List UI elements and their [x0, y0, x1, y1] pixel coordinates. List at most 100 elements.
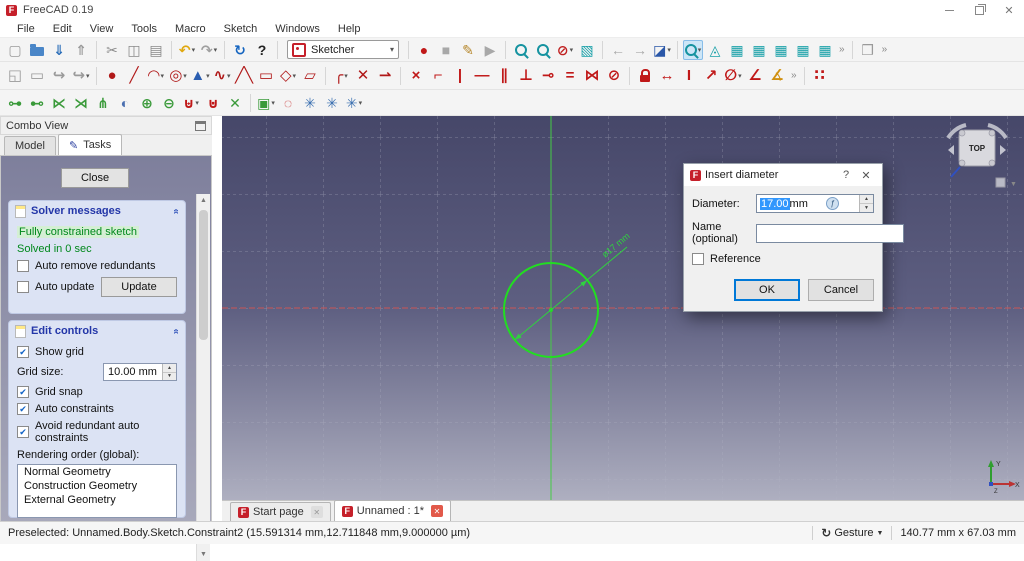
constrain-tangent-button[interactable]: ⊸ [538, 66, 558, 86]
increase-degree-button[interactable]: ⊕ [137, 93, 157, 113]
collapse-chevron-icon[interactable]: » [171, 208, 182, 214]
create-arc-button[interactable]: ◠▾ [146, 66, 166, 86]
scrollbar-thumb[interactable] [199, 210, 208, 340]
avoid-redundant-checkbox[interactable] [17, 426, 29, 438]
ok-button[interactable]: OK [734, 279, 800, 301]
create-bspline-button[interactable]: ∿▾ [212, 66, 232, 86]
view-axonometric-button[interactable]: ◬ [705, 40, 725, 60]
clipping-plane-button[interactable]: ⊘▾ [555, 40, 575, 60]
open-document-button[interactable] [27, 40, 47, 60]
toolbar-overflow-chevron[interactable]: » [882, 44, 888, 55]
constrain-coincident-button[interactable]: × [406, 66, 426, 86]
view-right-button[interactable]: ▦ [771, 40, 791, 60]
menu-item[interactable]: Sketch [215, 23, 267, 35]
create-fillet-button[interactable]: ╭▾ [331, 66, 351, 86]
menu-item[interactable]: File [8, 23, 44, 35]
auto-constraints-checkbox[interactable] [17, 403, 29, 415]
create-rectangle-button[interactable]: ▭ [256, 66, 276, 86]
spin-down-icon[interactable]: ▼ [860, 204, 873, 212]
create-point-button[interactable]: ● [102, 66, 122, 86]
fit-selection-button[interactable] [533, 40, 553, 60]
edit-controls-header[interactable]: Edit controls » [9, 321, 185, 341]
constrain-horizontal-button[interactable]: — [472, 66, 492, 86]
tab-close-icon[interactable]: ✕ [311, 506, 323, 518]
close-button[interactable]: ✕ [994, 0, 1024, 20]
view-bottom-button[interactable]: ▦ [815, 40, 835, 60]
trim-edge-button[interactable]: ✕ [353, 66, 373, 86]
macro-edit-button[interactable]: ✎ [458, 40, 478, 60]
switch-virtual-space-button[interactable]: ▣▾ [256, 93, 276, 113]
grid-size-spinbox[interactable]: 10.00 mm ▲▼ [103, 363, 177, 381]
clone-geometry-button[interactable]: ✳ [300, 93, 320, 113]
constrain-lock-button[interactable] [635, 66, 655, 86]
rendering-order-item[interactable]: External Geometry [18, 493, 176, 507]
show-control-polygon-button[interactable]: ⊷ [27, 93, 47, 113]
fit-all-button[interactable] [511, 40, 531, 60]
menu-item[interactable]: Edit [44, 23, 81, 35]
toggle-constraints-button[interactable]: ∷ [810, 66, 830, 86]
menu-item[interactable]: Macro [166, 23, 215, 35]
view-sketch-button[interactable]: ▭ [27, 66, 47, 86]
decrease-degree-button[interactable]: ⊖ [159, 93, 179, 113]
navcube-corner[interactable] [959, 160, 965, 166]
menu-item[interactable]: Tools [122, 23, 166, 35]
show-knot-multiplicity-button[interactable]: ⋊ [71, 93, 91, 113]
solver-messages-header[interactable]: Solver messages » [9, 201, 185, 221]
nav-style-selector[interactable]: ↻ Gesture ▼ [821, 526, 883, 540]
diameter-spinner[interactable]: ▲▼ [859, 195, 873, 212]
menu-item[interactable]: Help [329, 23, 370, 35]
auto-remove-redundants-checkbox[interactable] [17, 260, 29, 272]
toolbar-overflow-chevron[interactable]: » [791, 70, 797, 81]
navcube-corner[interactable] [959, 130, 965, 136]
3d-viewport[interactable]: ø17 mm TOP ▼ Y X Z [222, 116, 1024, 500]
scroll-up-icon[interactable]: ▲ [197, 194, 210, 207]
spin-down-icon[interactable]: ▼ [163, 373, 176, 381]
spinner-arrows[interactable]: ▲▼ [162, 364, 176, 380]
spin-up-icon[interactable]: ▲ [163, 364, 176, 373]
collapse-chevron-icon[interactable]: » [171, 328, 182, 334]
tab-tasks[interactable]: ✎ Tasks [58, 134, 122, 155]
macro-record-button[interactable]: ● [414, 40, 434, 60]
navcube-corner[interactable] [989, 130, 995, 136]
map-sketch-button[interactable]: ↪ [49, 66, 69, 86]
name-input[interactable] [756, 224, 904, 243]
constrain-block-button[interactable]: ⊘ [604, 66, 624, 86]
tab-model[interactable]: Model [4, 136, 56, 155]
create-polygon-button[interactable]: ◇▾ [278, 66, 298, 86]
increase-knot-multiplicity-button[interactable]: ⊎▾ [181, 93, 201, 113]
dialog-titlebar[interactable]: F Insert diameter ? ✕ [684, 164, 882, 186]
expression-editor-icon[interactable]: ƒ [826, 197, 839, 210]
constrain-snells-law-button[interactable]: ∡ [767, 66, 787, 86]
macro-play-button[interactable]: ▶ [480, 40, 500, 60]
show-grid-checkbox[interactable] [17, 346, 29, 358]
dialog-close-button[interactable]: ✕ [856, 164, 876, 186]
rendering-order-item[interactable]: Normal Geometry [18, 465, 176, 479]
constrain-perpendicular-button[interactable]: ⊥ [516, 66, 536, 86]
navcube-menu-arrow-icon[interactable]: ▼ [1010, 181, 1017, 188]
spin-up-icon[interactable]: ▲ [860, 195, 873, 204]
constrain-symmetric-button[interactable]: ⋈ [582, 66, 602, 86]
tab-close-icon[interactable]: ✕ [431, 505, 443, 517]
view-rear-button[interactable]: ▦ [793, 40, 813, 60]
print-document-button[interactable]: ⇑ [71, 40, 91, 60]
zoom-tools-button[interactable]: ▾ [683, 40, 703, 60]
cancel-button[interactable]: Cancel [808, 279, 874, 301]
macro-stop-button[interactable]: ■ [436, 40, 456, 60]
workbench-selector[interactable]: Sketcher▾ [287, 40, 399, 59]
leave-sketch-button[interactable]: ◱ [5, 66, 25, 86]
create-polyline-button[interactable]: ╱╲ [234, 66, 254, 86]
navcube-top-label[interactable]: TOP [969, 144, 986, 153]
grid-snap-checkbox[interactable] [17, 386, 29, 398]
auto-update-checkbox[interactable] [17, 281, 29, 293]
toolbar-overflow-chevron[interactable]: » [839, 44, 845, 55]
copy-geometry-button[interactable]: ✳ [322, 93, 342, 113]
show-pole-weight-button[interactable]: ⋔ [93, 93, 113, 113]
constrain-diameter-button[interactable]: ∅▾ [723, 66, 743, 86]
view-top-button[interactable]: ▦ [749, 40, 769, 60]
rendering-order-item[interactable]: Construction Geometry [18, 479, 176, 493]
constrain-horizontal-distance-button[interactable]: ↔ [657, 66, 677, 86]
scroll-down-icon[interactable]: ▼ [197, 548, 210, 561]
diameter-value[interactable]: 17.00 [760, 198, 790, 210]
show-bspline-degree-button[interactable]: ⊶ [5, 93, 25, 113]
diameter-input[interactable]: 17.00 mm ƒ ▲▼ [756, 194, 874, 213]
